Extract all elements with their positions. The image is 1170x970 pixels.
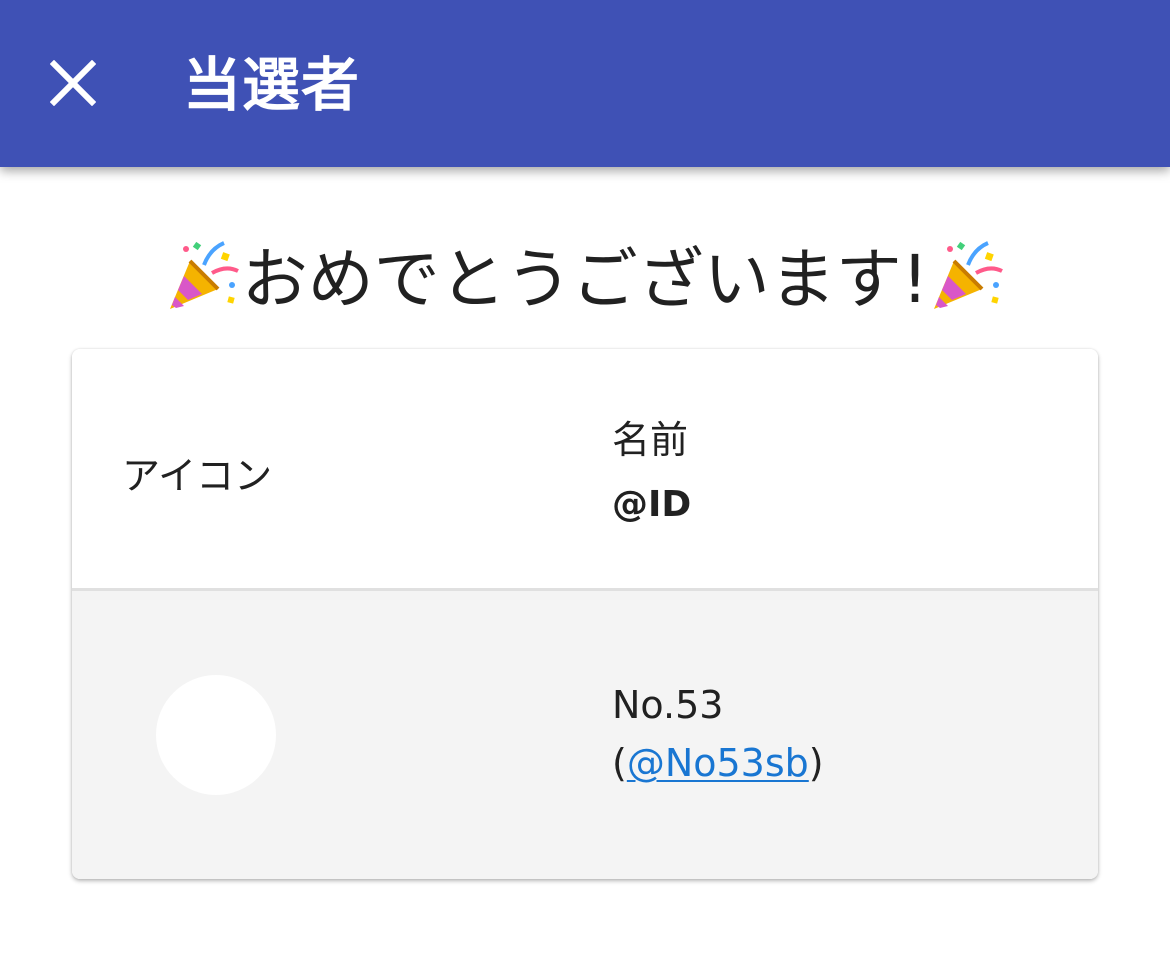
paren-close: ) <box>808 741 824 785</box>
congratulations-text: おめでとうございます! <box>241 241 929 318</box>
close-icon <box>50 60 96 106</box>
table-row: No.53 (@No53sb) <box>72 591 1098 879</box>
winners-table: アイコン 名前 @ID No.53 (@No53sb) <box>72 349 1098 879</box>
winner-handle-link[interactable]: @No53sb <box>627 741 809 785</box>
table-header: アイコン 名前 @ID <box>72 349 1098 591</box>
party-popper-icon <box>164 235 242 313</box>
column-header-name: 名前 <box>612 418 689 462</box>
avatar <box>156 675 276 795</box>
winner-id: (@No53sb) <box>612 741 824 785</box>
column-header-icon: アイコン <box>122 454 273 498</box>
congratulations-heading: おめでとうございます! <box>0 232 1170 318</box>
paren-open: ( <box>612 741 627 785</box>
dialog-header: 当選者 <box>0 0 1170 167</box>
dialog-title: 当選者 <box>183 51 361 119</box>
party-popper-icon <box>928 235 1006 313</box>
column-header-id: @ID <box>612 484 692 525</box>
close-button[interactable] <box>36 46 110 120</box>
winner-name: No.53 <box>612 683 724 727</box>
